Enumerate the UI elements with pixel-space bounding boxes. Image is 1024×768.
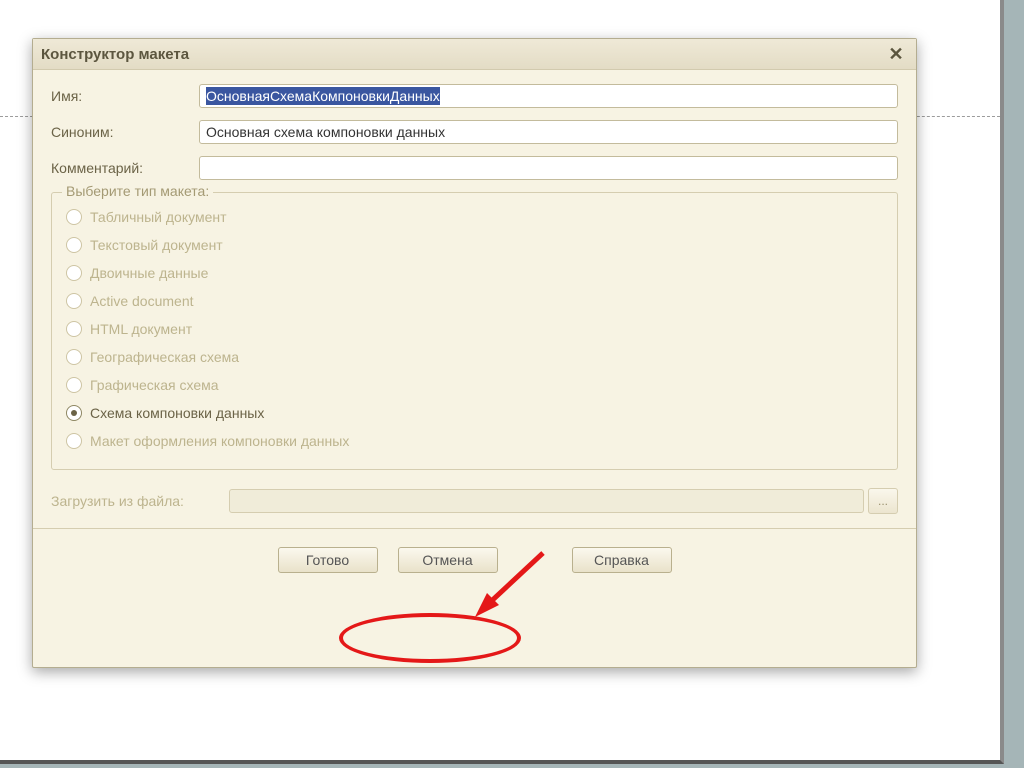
dialog-title: Конструктор макета xyxy=(41,46,189,63)
radio-icon xyxy=(66,237,82,253)
radio-label: Географическая схема xyxy=(90,349,239,365)
radio-icon xyxy=(66,209,82,225)
template-type-radio: Двоичные данные xyxy=(66,259,883,287)
radio-icon xyxy=(66,321,82,337)
radio-label: Двоичные данные xyxy=(90,265,208,281)
load-from-file-label: Загрузить из файла: xyxy=(51,493,229,509)
template-type-radio: Active document xyxy=(66,287,883,315)
template-type-radio: Текстовый документ xyxy=(66,231,883,259)
titlebar: Конструктор макета ✕ xyxy=(33,39,916,70)
close-icon[interactable]: ✕ xyxy=(884,43,908,65)
radio-icon xyxy=(66,265,82,281)
radio-label: Схема компоновки данных xyxy=(90,405,264,421)
radio-label: HTML документ xyxy=(90,321,192,337)
synonym-label: Синоним: xyxy=(51,124,199,140)
radio-label: Графическая схема xyxy=(90,377,219,393)
button-row: Готово Отмена Справка xyxy=(51,529,898,573)
load-from-file-input xyxy=(229,489,864,513)
radio-icon xyxy=(66,433,82,449)
radio-label: Active document xyxy=(90,293,194,309)
name-input[interactable]: ОсновнаяСхемаКомпоновкиДанных xyxy=(199,84,898,108)
radio-label: Табличный документ xyxy=(90,209,227,225)
ok-button[interactable]: Готово xyxy=(278,547,378,573)
cancel-button[interactable]: Отмена xyxy=(398,547,498,573)
radio-label: Текстовый документ xyxy=(90,237,223,253)
radio-icon xyxy=(66,293,82,309)
synonym-input[interactable]: Основная схема компоновки данных xyxy=(199,120,898,144)
radio-icon xyxy=(66,377,82,393)
layout-constructor-dialog: Конструктор макета ✕ Имя: ОсновнаяСхемаК… xyxy=(32,38,917,668)
comment-label: Комментарий: xyxy=(51,160,199,176)
template-type-radio: Табличный документ xyxy=(66,203,883,231)
template-type-group: Выберите тип макета: Табличный документТ… xyxy=(51,192,898,470)
radio-label: Макет оформления компоновки данных xyxy=(90,433,349,449)
browse-button: ... xyxy=(868,488,898,514)
radio-icon xyxy=(66,405,82,421)
template-type-radio: Макет оформления компоновки данных xyxy=(66,427,883,455)
radio-icon xyxy=(66,349,82,365)
template-type-radio: HTML документ xyxy=(66,315,883,343)
annotation-ellipse xyxy=(339,613,521,663)
template-type-radio[interactable]: Схема компоновки данных xyxy=(66,399,883,427)
template-type-radio: Графическая схема xyxy=(66,371,883,399)
template-type-radio: Географическая схема xyxy=(66,343,883,371)
name-label: Имя: xyxy=(51,88,199,104)
help-button[interactable]: Справка xyxy=(572,547,672,573)
comment-input[interactable] xyxy=(199,156,898,180)
template-type-legend: Выберите тип макета: xyxy=(62,183,213,199)
